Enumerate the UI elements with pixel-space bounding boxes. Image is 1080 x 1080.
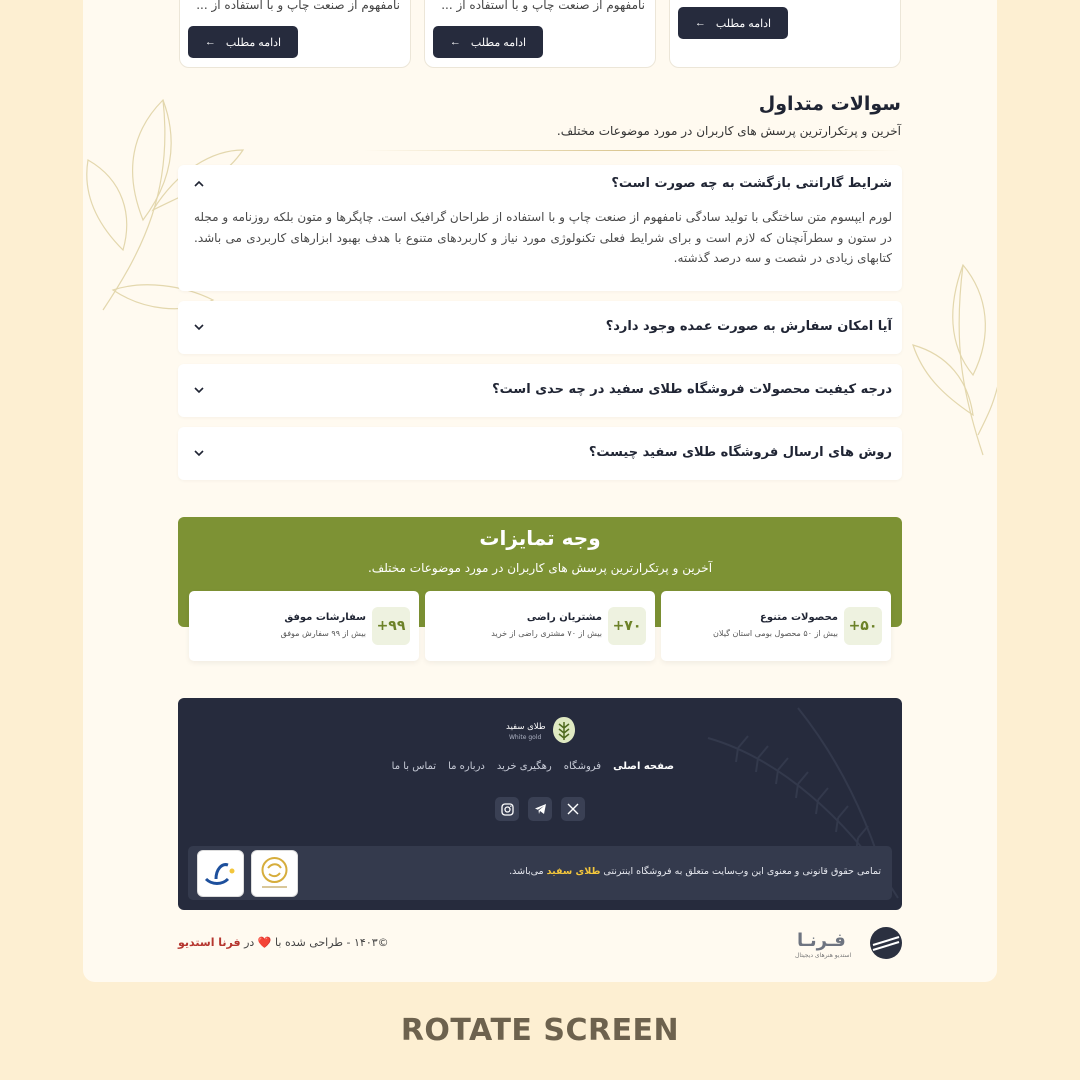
copyright-suffix: می‌باشد. [509,866,547,877]
chevron-down-icon [194,324,204,331]
telegram-icon [534,804,546,814]
chevron-down-icon [194,387,204,394]
design-credit: ©۱۴۰۳ - طراحی شده با ❤️ در فرنا استدیو [178,936,389,949]
samandehi-seal-icon [261,857,288,888]
nav-link-home[interactable]: صفحه اصلی [613,761,674,772]
feature-card: +۷۰ مشتریان راضی بیش از ۷۰ مشتری راضی از… [425,591,655,661]
faq-question: شرایط گارانتی بازگشت به چه صورت است؟ [611,176,892,191]
rotate-screen-label: ROTATE SCREEN [400,1013,680,1048]
feature-badge: +۹۹ [372,607,410,645]
read-more-button[interactable]: ادامه مطلب ← [433,26,543,58]
read-more-label: ادامه مطلب [715,17,772,30]
features-subtitle: آخرین و پرتکرارترین پرسش های کاربران در … [367,561,713,575]
x-twitter-button[interactable] [561,797,585,821]
faq-question: درجه کیفیت محصولات فروشگاه طلای سفید در … [492,382,892,397]
features-title: وجه تمایزات [479,526,601,550]
copyright-text: تمامی حقوق قانونی و معنوی این وب‌سایت مت… [509,866,881,877]
faq-divider [363,150,901,151]
leaf-decoration-right [912,263,997,456]
faq-item[interactable]: آیا امکان سفارش به صورت عمده وجود دارد؟ [178,301,902,354]
nav-link-about[interactable]: درباره ما [448,761,485,772]
article-excerpt: نامفهوم از صنعت چاپ و با استفاده از ... [441,0,645,12]
studio-logo-icon: فـرنـا [797,927,902,959]
studio-link[interactable]: فرنا استدیو [178,936,241,949]
feature-desc: بیش از ۷۰ مشتری راضی از خرید [491,629,602,638]
copyright-bar: تمامی حقوق قانونی و معنوی این وب‌سایت مت… [188,846,892,900]
faq-item[interactable]: روش های ارسال فروشگاه طلای سفید چیست؟ [178,427,902,480]
feature-desc: بیش از ۹۹ سفارش موفق [280,629,366,638]
footer-nav: صفحه اصلی فروشگاه رهگیری خرید درباره ما … [392,761,674,772]
read-more-button[interactable]: ادامه مطلب ← [678,7,788,39]
nav-link-shop[interactable]: فروشگاه [564,761,601,772]
article-card: نامفهوم از صنعت چاپ و با استفاده از ... … [179,0,411,68]
telegram-button[interactable] [528,797,552,821]
instagram-button[interactable] [495,797,519,821]
arrow-left-icon: ← [694,17,706,29]
feature-name: محصولات متنوع [760,612,838,623]
faq-answer: لورم ایپسوم متن ساختگی با تولید سادگی نا… [194,210,892,265]
article-excerpt: نامفهوم از صنعت چاپ و با استفاده از ... [196,0,400,12]
feature-badge: +۷۰ [608,607,646,645]
read-more-label: ادامه مطلب [225,36,282,49]
feature-name: مشتریان راضی [526,612,602,623]
faq-title: سوالات متداول [758,93,901,115]
feature-card: +۵۰ محصولات متنوع بیش از ۵۰ محصول بومی ا… [661,591,891,661]
brand-name: طلای سفید [506,722,546,732]
copyright-brand: طلای سفید [546,866,601,877]
trust-badge-samandehi[interactable] [251,850,298,897]
arrow-left-icon: ← [204,36,216,48]
arrow-left-icon: ← [449,36,461,48]
article-card: نامفهوم از صنعت چاپ و با استفاده از ... … [424,0,656,68]
faq-question: آیا امکان سفارش به صورت عمده وجود دارد؟ [605,319,892,334]
read-more-button[interactable]: ادامه مطلب ← [188,26,298,58]
feature-badge: +۵۰ [844,607,882,645]
faq-subtitle: آخرین و پرتکرارترین پرسش های کاربران در … [556,124,901,138]
article-card: ادامه مطلب ← [669,0,901,68]
nav-link-tracking[interactable]: رهگیری خرید [497,761,552,772]
x-twitter-icon [567,803,579,815]
studio-logo-text: فـرنـا [797,930,846,951]
feature-card: +۹۹ سفارشات موفق بیش از ۹۹ سفارش موفق [189,591,419,661]
copyright-prefix: تمامی حقوق قانونی و معنوی این وب‌سایت مت… [600,866,881,877]
instagram-icon [500,802,514,816]
faq-item[interactable]: درجه کیفیت محصولات فروشگاه طلای سفید در … [178,364,902,417]
page-container: نامفهوم از صنعت چاپ و با استفاده از ... … [83,0,997,982]
feature-name: سفارشات موفق [284,612,366,623]
feature-desc: بیش از ۵۰ محصول بومی استان گیلان [713,629,838,638]
nav-link-contact[interactable]: تماس با ما [392,761,436,772]
trust-badge-enamad[interactable] [197,850,244,897]
read-more-label: ادامه مطلب [470,36,527,49]
brand-name-en: White gold [509,734,542,741]
chevron-down-icon [194,450,204,457]
heart-icon: ❤️ [257,936,272,949]
enamad-seal-icon [204,863,235,885]
faq-item[interactable]: شرایط گارانتی بازگشت به چه صورت است؟ لور… [178,165,902,291]
studio-tagline: استدیو هنرهای دیجیتال [795,952,852,959]
credit-text: ©۱۴۰۳ - طراحی شده با [271,936,389,949]
faq-question: روش های ارسال فروشگاه طلای سفید چیست؟ [588,445,892,460]
credit-text-mid: در [240,936,258,949]
site-footer: طلای سفید White gold صفحه اصلی فروشگاه ر… [178,698,902,910]
chevron-up-icon [194,180,204,187]
